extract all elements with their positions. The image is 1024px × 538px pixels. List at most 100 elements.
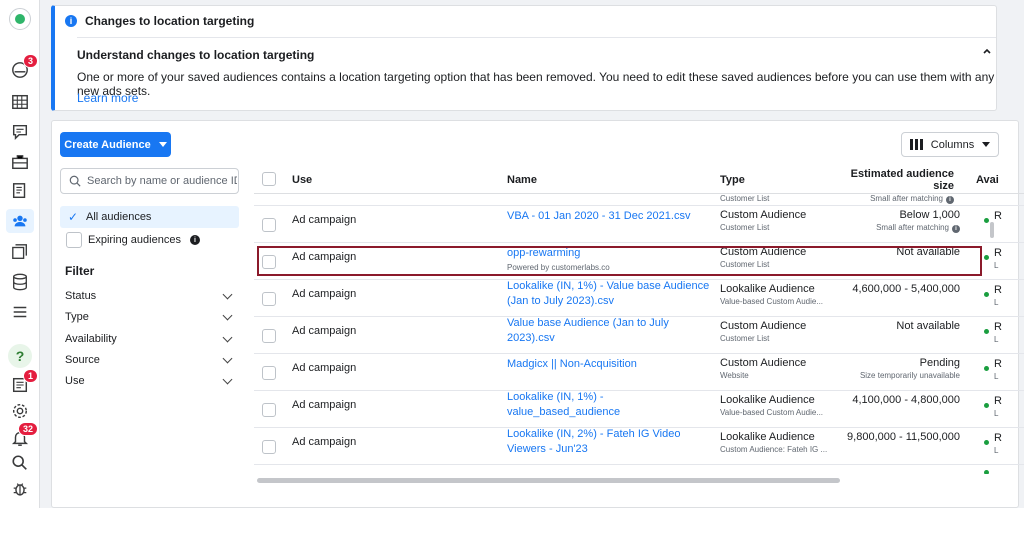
size-sub-text: Small after matching [870, 194, 943, 203]
row-checkbox[interactable] [262, 218, 276, 232]
help-icon[interactable]: ? [8, 344, 32, 368]
size-value: 4,100,000 - 4,800,000 [852, 394, 960, 406]
row-checkbox[interactable] [262, 403, 276, 417]
search-input[interactable] [87, 175, 237, 187]
table-icon[interactable] [10, 92, 30, 112]
avail-cell: RL [994, 321, 1002, 344]
news-icon[interactable]: 1 [10, 369, 38, 395]
size-cell: 4,100,000 - 4,800,000 [834, 394, 960, 406]
filter-type[interactable]: Type [65, 310, 235, 323]
status-dot-icon [984, 255, 989, 260]
info-icon: i [65, 15, 77, 27]
status-dot-icon [984, 470, 989, 474]
type-sub: Customer List [720, 223, 770, 232]
name-cell: Value base Audience (Jan to July 2023).c… [507, 316, 712, 346]
columns-button[interactable]: Columns [901, 132, 999, 157]
audience-search[interactable] [60, 168, 239, 194]
notifications-badge: 3 [22, 54, 38, 68]
type-sub: Customer List [720, 334, 770, 343]
size-cell: 4,600,000 - 5,400,000 [834, 283, 960, 295]
size-value: Not available [896, 320, 960, 332]
learn-more-link[interactable]: Learn more [77, 91, 138, 105]
filter-use[interactable]: Use [65, 374, 235, 387]
horizontal-scrollbar[interactable] [257, 478, 840, 483]
audience-name-link[interactable]: Value base Audience (Jan to July 2023).c… [507, 316, 712, 346]
business-logo-icon[interactable] [9, 8, 31, 30]
vertical-scrollbar[interactable] [990, 222, 994, 238]
size-value: 4,600,000 - 5,400,000 [852, 283, 960, 295]
type-label: Lookalike Audience [720, 394, 815, 406]
avail-label: R [994, 247, 1002, 259]
use-cell: Ad campaign [292, 362, 357, 374]
table-header: Use Name Type Estimated audience size Av… [254, 164, 1024, 194]
audience-name-link[interactable]: Madgicx || Non-Acquisition [507, 357, 712, 372]
status-dot-icon [984, 292, 989, 297]
select-all-checkbox[interactable] [262, 172, 276, 186]
chevron-down-icon [222, 289, 233, 299]
caret-down-icon [158, 142, 167, 147]
chevron-down-icon [222, 374, 233, 384]
header-name[interactable]: Name [507, 174, 537, 186]
filter-title: Filter [65, 264, 95, 278]
header-availability[interactable]: Avai [976, 174, 999, 186]
audience-name-link[interactable]: Lookalike (IN, 1%) - Value base Audience… [507, 279, 712, 309]
size-cell: Pending Size temporarily unavailable [834, 357, 960, 380]
audience-name-link[interactable]: Lookalike (IN, 2%) - Fateh IG Video View… [507, 427, 712, 457]
search-icon[interactable] [10, 453, 30, 473]
audience-name-link[interactable]: VBA - 01 Jan 2020 - 31 Dec 2021.csv [507, 209, 712, 224]
banner-title: Changes to location targeting [85, 14, 255, 28]
name-cell: Lookalike (IN, 2%) - Fateh IG Video View… [507, 427, 712, 457]
filter-status[interactable]: Status [65, 289, 235, 302]
table-row[interactable]: Ad campaign Lookalike (IN, 1%) - Value ba… [254, 280, 1024, 317]
view-expiring-audiences[interactable]: Expiring audiences i [60, 229, 239, 251]
briefcase-icon[interactable] [10, 152, 30, 172]
info-icon[interactable]: i [946, 196, 954, 204]
filter-source[interactable]: Source [65, 353, 235, 366]
row-checkbox[interactable] [262, 329, 276, 343]
create-audience-button[interactable]: Create Audience [60, 132, 171, 157]
audiences-table: Use Name Type Estimated audience size Av… [254, 164, 1024, 474]
row-checkbox[interactable] [262, 366, 276, 380]
info-icon[interactable]: i [952, 225, 960, 233]
audience-name-link[interactable]: Lookalike (IN, 1%) - value_based_audienc… [507, 390, 712, 420]
view-label: Expiring audiences [88, 234, 181, 246]
name-cell: Lookalike (IN, 1%) - value_based_audienc… [507, 390, 712, 420]
database-icon[interactable] [10, 272, 30, 292]
table-row[interactable]: Ad campaign Madgicx || Non-Acquisition Cus… [254, 354, 1024, 391]
filter-label: Type [65, 311, 89, 323]
catalog-icon[interactable] [10, 242, 30, 262]
bell-icon[interactable]: 32 [10, 422, 38, 448]
table-row[interactable]: Ad campaign Lookalike (IN, 1%) - value_ba… [254, 391, 1024, 428]
menu-icon[interactable] [10, 302, 30, 322]
info-icon[interactable]: i [189, 235, 200, 245]
size-sub-text: Size temporarily unavailable [859, 371, 960, 380]
filter-label: Use [65, 375, 85, 387]
size-value: Pending [919, 357, 960, 369]
table-row[interactable]: Ad campaign VBA - 01 Jan 2020 - 31 Dec 20… [254, 206, 1024, 243]
table-row[interactable]: Ad campaign Value base Audience (Jan to J… [254, 317, 1024, 354]
messages-icon[interactable] [10, 122, 30, 142]
collapse-chevron-icon[interactable] [982, 46, 996, 59]
name-cell: VBA - 01 Jan 2020 - 31 Dec 2021.csv [507, 209, 712, 224]
use-cell: Ad campaign [292, 214, 357, 226]
view-all-audiences[interactable]: ✓ All audiences [60, 206, 239, 228]
pages-icon[interactable] [10, 181, 30, 201]
filter-availability[interactable]: Availability [65, 332, 235, 345]
type-label: Custom Audience [720, 209, 807, 221]
size-cell: Not available [834, 320, 960, 332]
header-use[interactable]: Use [292, 174, 312, 186]
row-checkbox[interactable] [262, 440, 276, 454]
row-checkbox[interactable] [262, 292, 276, 306]
avail-sub: L [994, 298, 999, 307]
type-sub: Value-based Custom Audie... [720, 408, 824, 417]
size-value: 9,800,000 - 11,500,000 [847, 431, 960, 443]
type-sub: Value-based Custom Audie... [720, 297, 824, 306]
checkbox[interactable] [66, 232, 82, 248]
bug-icon[interactable] [10, 479, 30, 499]
table-row[interactable]: Ad campaign Lookalike (IN, 2%) - Fateh IG… [254, 428, 1024, 465]
audiences-icon[interactable] [6, 209, 34, 233]
settings-icon[interactable] [10, 401, 30, 421]
header-size[interactable]: Estimated audience size [844, 168, 954, 192]
notifications-icon[interactable]: 3 [10, 54, 38, 80]
header-type[interactable]: Type [720, 174, 745, 186]
